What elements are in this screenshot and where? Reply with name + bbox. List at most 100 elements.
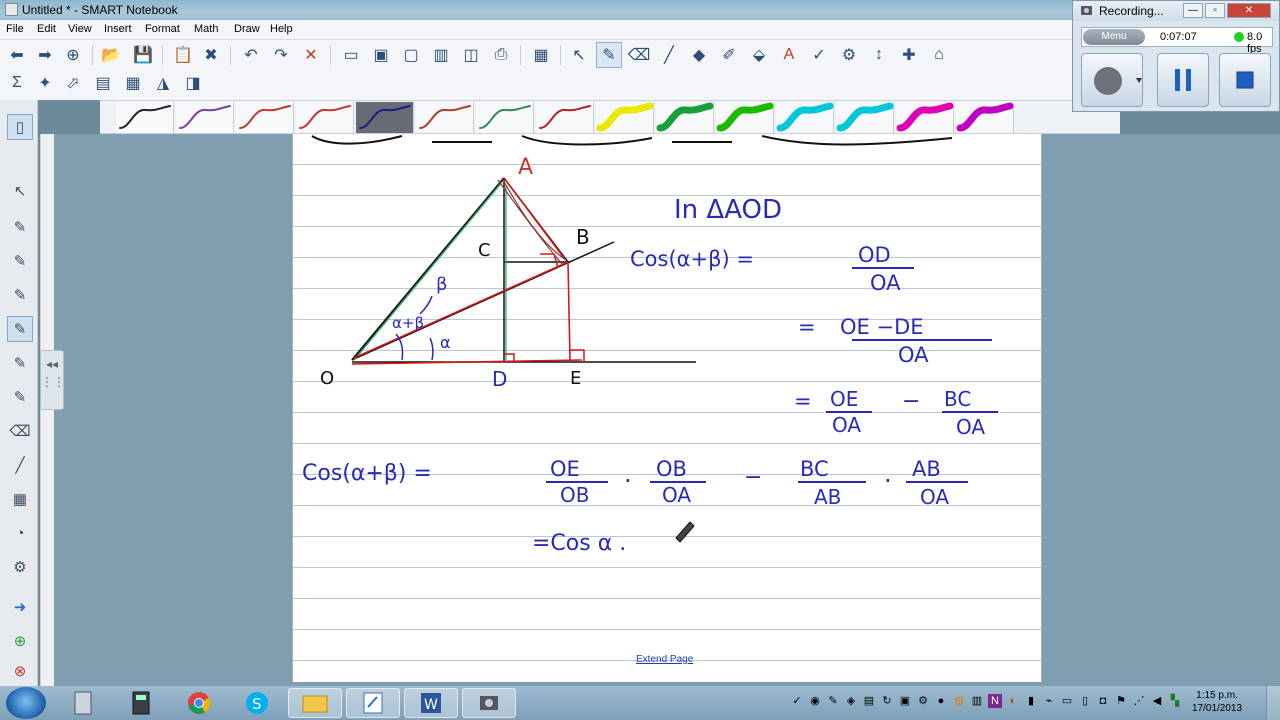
recording-menu[interactable]: Menu bbox=[1083, 29, 1145, 45]
tray-monitor-icon[interactable]: ▭ bbox=[1060, 694, 1074, 708]
shapes-icon[interactable]: ◆ bbox=[686, 42, 712, 68]
tray-acrobat-icon[interactable]: ◐ bbox=[1006, 694, 1020, 708]
select-icon[interactable]: ↖ bbox=[566, 42, 592, 68]
document-camera-icon[interactable]: ⎙ bbox=[488, 42, 514, 68]
tray-volume-icon[interactable]: ◀ bbox=[1150, 694, 1164, 708]
delete-icon[interactable]: ✕ bbox=[298, 42, 324, 68]
tray-bluetooth-icon[interactable]: ⌁ bbox=[1042, 694, 1056, 708]
tray-wifi-icon[interactable]: ⋰ bbox=[1132, 694, 1146, 708]
pen-swatch-4[interactable] bbox=[296, 102, 354, 133]
pen-swatch-14[interactable] bbox=[896, 102, 954, 133]
tray-pen-icon[interactable]: ✎ bbox=[826, 694, 840, 708]
tray-circle-icon[interactable]: ● bbox=[934, 694, 948, 708]
magic-pen-icon[interactable]: ✐ bbox=[716, 42, 742, 68]
back-icon[interactable]: ⬅ bbox=[4, 42, 30, 68]
spell-icon[interactable]: ✓ bbox=[806, 42, 832, 68]
minimize-button[interactable]: — bbox=[1183, 3, 1203, 18]
tray-folder-icon[interactable]: ▤ bbox=[862, 694, 876, 708]
add-page-icon[interactable]: ⊕ bbox=[60, 42, 86, 68]
menu-math[interactable]: Math bbox=[194, 23, 218, 35]
delete-page-icon[interactable]: ✖ bbox=[198, 42, 224, 68]
table-icon[interactable]: ▦ bbox=[528, 42, 554, 68]
shape-recognition-icon[interactable]: ✦ bbox=[32, 70, 58, 96]
show-desktop-button[interactable] bbox=[1266, 686, 1280, 720]
tray-device-icon[interactable]: ▥ bbox=[970, 694, 984, 708]
tray-network-icon[interactable]: ◉ bbox=[808, 694, 822, 708]
protractor-icon[interactable]: ◮ bbox=[150, 70, 176, 96]
table-tool-icon[interactable]: ▤ bbox=[90, 70, 116, 96]
page-sorter-icon[interactable]: ▯ bbox=[7, 114, 33, 140]
task-recorder-icon[interactable] bbox=[462, 688, 516, 718]
vertical-scrollbar[interactable] bbox=[40, 134, 54, 686]
redo-icon[interactable]: ↷ bbox=[268, 42, 294, 68]
text-icon[interactable]: A bbox=[776, 42, 802, 68]
add-icon[interactable]: ⊕ bbox=[7, 628, 33, 654]
tray-flag-icon[interactable]: ⚑ bbox=[1114, 694, 1128, 708]
pen-swatch-9[interactable] bbox=[596, 102, 654, 133]
pen-swatch-15[interactable] bbox=[956, 102, 1014, 133]
select-tool-icon[interactable]: ↖ bbox=[7, 178, 33, 204]
menu-help[interactable]: Help bbox=[270, 23, 293, 35]
line-icon[interactable]: ╱ bbox=[656, 42, 682, 68]
tray-firefox-icon[interactable]: ◍ bbox=[952, 694, 966, 708]
open-icon[interactable]: 📂 bbox=[98, 42, 124, 68]
menu-view[interactable]: View bbox=[68, 23, 92, 35]
stop-button[interactable] bbox=[1219, 53, 1271, 107]
pen-swatch-5[interactable] bbox=[356, 102, 414, 133]
dual-page-icon[interactable]: ▥ bbox=[428, 42, 454, 68]
properties-icon[interactable]: ⚙ bbox=[836, 42, 862, 68]
pen-tool-3-icon[interactable]: ✎ bbox=[7, 282, 33, 308]
home-icon[interactable]: ⌂ bbox=[926, 42, 952, 68]
record-button[interactable] bbox=[1081, 53, 1143, 107]
sigma-icon[interactable]: Σ bbox=[4, 70, 30, 96]
tray-shield-icon[interactable]: ◈ bbox=[844, 694, 858, 708]
measure-icon[interactable]: ⬀ bbox=[60, 70, 86, 96]
pen-swatch-8[interactable] bbox=[536, 102, 594, 133]
full-screen-icon[interactable]: ▣ bbox=[368, 42, 394, 68]
settings-icon[interactable]: ⚙ bbox=[7, 554, 33, 580]
task-skype-icon[interactable]: S bbox=[230, 688, 284, 718]
undo-icon[interactable]: ↶ bbox=[238, 42, 264, 68]
transparent-bg-icon[interactable]: ▢ bbox=[398, 42, 424, 68]
forward-icon[interactable]: ➡ bbox=[32, 42, 58, 68]
extend-page-link[interactable]: Extend Page bbox=[636, 654, 693, 665]
tray-chevron-icon[interactable]: ✓ bbox=[790, 694, 804, 708]
save-icon[interactable]: 💾 bbox=[130, 42, 156, 68]
pen-swatch-7[interactable] bbox=[476, 102, 534, 133]
pen-tool-5-icon[interactable]: ✎ bbox=[7, 350, 33, 376]
move-toolbar-icon[interactable]: ↕ bbox=[866, 42, 892, 68]
pause-button[interactable] bbox=[1157, 53, 1209, 107]
arrow-right-icon[interactable]: ➜ bbox=[7, 594, 33, 620]
screen-shade-icon[interactable]: ▭ bbox=[338, 42, 364, 68]
paste-icon[interactable]: 📋 bbox=[170, 42, 196, 68]
pen-swatch-10[interactable] bbox=[656, 102, 714, 133]
graph-icon[interactable]: ▦ bbox=[120, 70, 146, 96]
tray-display-icon[interactable]: ▣ bbox=[898, 694, 912, 708]
pen-swatch-11[interactable] bbox=[716, 102, 774, 133]
screen-capture-icon[interactable]: ◫ bbox=[458, 42, 484, 68]
eraser-tool-icon[interactable]: ⌫ bbox=[7, 418, 33, 444]
tray-battery-icon[interactable]: ▯ bbox=[1078, 694, 1092, 708]
tray-lock-icon[interactable]: ◘ bbox=[1096, 694, 1110, 708]
pen-swatch-2[interactable] bbox=[176, 102, 234, 133]
customize-icon[interactable]: ✚ bbox=[896, 42, 922, 68]
pen-swatch-6[interactable] bbox=[416, 102, 474, 133]
tray-excel-icon[interactable]: ▚ bbox=[1168, 694, 1182, 708]
pen-swatch-13[interactable] bbox=[836, 102, 894, 133]
menu-format[interactable]: Format bbox=[145, 23, 180, 35]
menu-insert[interactable]: Insert bbox=[104, 23, 132, 35]
gallery-icon[interactable]: ◨ bbox=[180, 70, 206, 96]
pen-tool-4-icon[interactable]: ✎ bbox=[7, 316, 33, 342]
pen-swatch-3[interactable] bbox=[236, 102, 294, 133]
clock[interactable]: 1:15 p.m. 17/01/2013 bbox=[1192, 689, 1242, 715]
pen-tool-1-icon[interactable]: ✎ bbox=[7, 214, 33, 240]
compass-icon[interactable]: ◔ bbox=[7, 520, 33, 546]
close-button[interactable]: ✕ bbox=[1227, 3, 1271, 18]
menu-edit[interactable]: Edit bbox=[37, 23, 56, 35]
pen-tool-2-icon[interactable]: ✎ bbox=[7, 248, 33, 274]
task-calc-2-icon[interactable] bbox=[114, 688, 168, 718]
task-chrome-icon[interactable] bbox=[172, 688, 226, 718]
start-button[interactable] bbox=[6, 687, 46, 719]
calculator-icon[interactable]: ▦ bbox=[7, 486, 33, 512]
menu-file[interactable]: File bbox=[6, 23, 24, 35]
